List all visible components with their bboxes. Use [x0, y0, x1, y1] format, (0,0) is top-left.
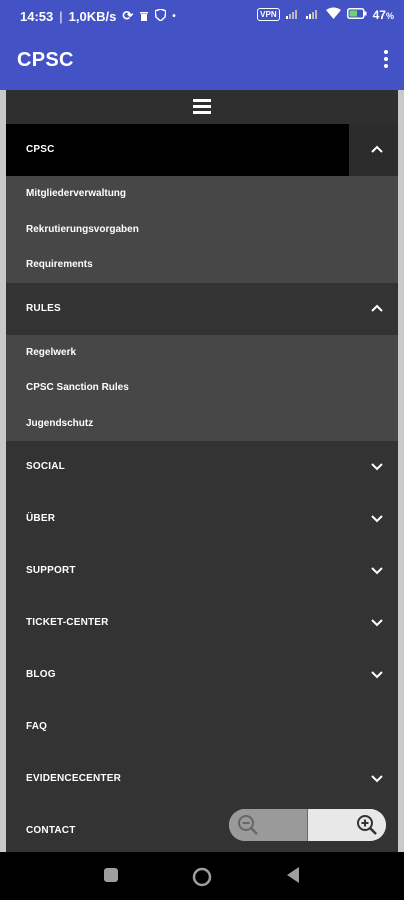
signal-icon: [285, 8, 300, 22]
system-nav-bar: [0, 852, 404, 900]
app-bar: CPSC: [0, 32, 404, 90]
menu-section-label: ÜBER: [26, 513, 56, 524]
submenu-item-requirements[interactable]: Requirements: [6, 247, 398, 283]
menu-section-label: TICKET-CENTER: [26, 617, 109, 628]
menu-section-label: SUPPORT: [26, 565, 76, 576]
chevron-up-icon[interactable]: [370, 301, 384, 315]
menu-section-label: CONTACT: [26, 825, 76, 836]
menu-section-blog[interactable]: BLOG: [6, 649, 398, 701]
submenu-item-regelwerk[interactable]: Regelwerk: [6, 334, 398, 370]
app-title: CPSC: [17, 49, 74, 71]
menu-section-label: RULES: [26, 302, 61, 314]
menu-section-label: CPSC: [26, 144, 55, 155]
menu-section-uber[interactable]: ÜBER: [6, 493, 398, 545]
menu-section-social[interactable]: SOCIAL: [6, 441, 398, 493]
zoom-out-button[interactable]: [229, 809, 307, 841]
chevron-up-icon[interactable]: [370, 142, 384, 156]
chevron-down-icon[interactable]: [370, 667, 384, 681]
submenu-item-jugendschutz[interactable]: Jugendschutz: [6, 405, 398, 441]
wifi-icon: [325, 7, 341, 22]
recents-button-icon[interactable]: [103, 866, 119, 884]
network-speed: 1,0KB/s: [68, 8, 117, 24]
chevron-down-icon[interactable]: [370, 459, 384, 473]
vpn-badge: VPN: [257, 8, 280, 21]
menu-section-faq[interactable]: FAQ: [6, 701, 398, 753]
chevron-down-icon[interactable]: [370, 511, 384, 525]
zoom-control: [229, 809, 386, 841]
hamburger-icon[interactable]: [193, 99, 211, 115]
status-left: 14:53 | 1,0KB/s ⟳ •: [20, 7, 176, 24]
trash-icon: [139, 9, 149, 24]
battery-icon: [346, 7, 367, 22]
submenu-item-cpsc-sanction-rules[interactable]: CPSC Sanction Rules: [6, 370, 398, 406]
sync-icon: ⟳: [122, 8, 134, 23]
menu-section-rules[interactable]: RULES: [6, 282, 398, 335]
status-right: VPN 47%: [257, 7, 394, 22]
zoom-in-button[interactable]: [308, 809, 386, 841]
menu-section-label: FAQ: [26, 721, 48, 732]
menu-section-ticket-center[interactable]: TICKET-CENTER: [6, 597, 398, 649]
home-button-icon[interactable]: [191, 866, 213, 888]
menu-section-label: BLOG: [26, 669, 56, 680]
chevron-down-icon[interactable]: [370, 771, 384, 785]
page-edge-right: [398, 90, 404, 852]
battery-percent: 47%: [372, 7, 394, 22]
chevron-down-icon[interactable]: [370, 563, 384, 577]
menu-section-evidencecenter[interactable]: EVIDENCECENTER: [6, 753, 398, 805]
submenu-item-rekrutierungsvorgaben[interactable]: Rekrutierungsvorgaben: [6, 211, 398, 247]
back-button-icon[interactable]: [285, 866, 301, 884]
chevron-down-icon[interactable]: [370, 615, 384, 629]
zoom-in-icon: [357, 815, 377, 835]
status-time: 14:53: [20, 8, 54, 24]
overflow-menu-icon[interactable]: [382, 50, 390, 72]
zoom-out-icon: [238, 815, 258, 835]
dot-icon: •: [172, 10, 176, 22]
menu-section-label: EVIDENCECENTER: [26, 773, 122, 784]
menu-section-label: SOCIAL: [26, 461, 65, 472]
shield-icon: [154, 7, 168, 24]
menu-section-cpsc[interactable]: CPSC: [6, 124, 398, 176]
signal-icon-2: [305, 8, 320, 22]
status-bar: 14:53 | 1,0KB/s ⟳ • VPN 47%: [0, 0, 404, 32]
submenu-item-mitgliederverwaltung[interactable]: Mitgliederverwaltung: [6, 176, 398, 212]
menu-section-support[interactable]: SUPPORT: [6, 545, 398, 597]
menu-toggle-row: [6, 90, 398, 124]
web-content: CPSC Mitgliederverwaltung Rekrutierungsv…: [6, 90, 398, 852]
